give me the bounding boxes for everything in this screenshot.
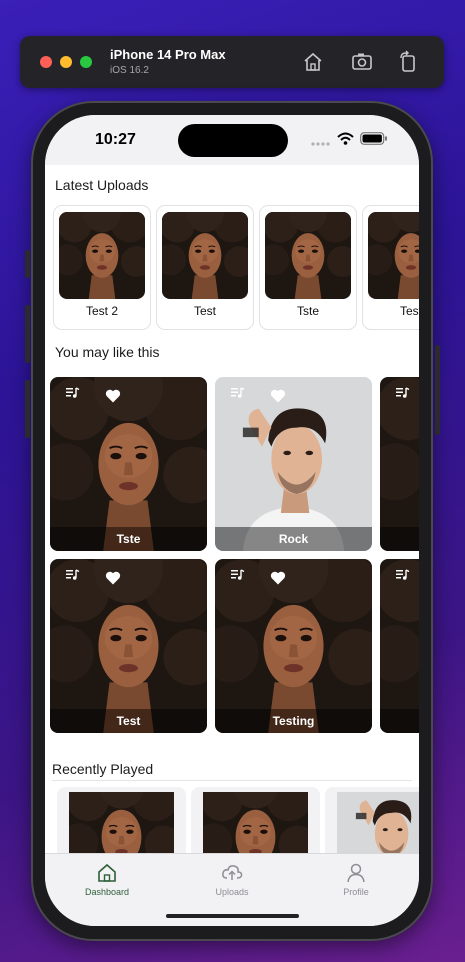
song-tile-title: Test — [50, 709, 207, 733]
song-tile[interactable]: Testing — [215, 559, 372, 733]
home-icon — [98, 863, 116, 882]
playlist-icon[interactable] — [231, 387, 245, 399]
song-tile-title: Rock — [215, 527, 372, 551]
song-tile[interactable] — [380, 377, 419, 551]
heart-icon[interactable] — [270, 389, 286, 403]
playlist-icon[interactable] — [66, 387, 80, 399]
heart-icon[interactable] — [105, 389, 121, 403]
upload-title: Test — [193, 304, 216, 318]
dashboard-content[interactable]: Latest Uploads Test 2 Test Tste Test You… — [45, 165, 419, 853]
upload-card[interactable]: Test — [362, 205, 419, 330]
mute-switch — [25, 250, 30, 278]
rotate-icon[interactable] — [396, 50, 420, 74]
you-may-like-title: You may like this — [55, 344, 160, 360]
volume-up-button — [25, 305, 30, 363]
tab-profile[interactable]: Profile — [306, 862, 406, 897]
upload-title: Test — [399, 304, 419, 318]
upload-card[interactable]: Test — [156, 205, 254, 330]
device-name: iPhone 14 Pro Max — [110, 47, 226, 62]
os-version: iOS 16.2 — [110, 65, 149, 76]
tab-dashboard-label: Dashboard — [84, 887, 130, 897]
playlist-icon[interactable] — [396, 569, 410, 581]
upload-card[interactable]: Test 2 — [53, 205, 151, 330]
song-tile-title — [380, 527, 419, 551]
upload-thumbnail — [59, 212, 145, 299]
app-screen: 10:27 Latest Uploads Test 2 Test Tste Te… — [45, 115, 419, 926]
song-tile-title: Tste — [50, 527, 207, 551]
upload-title: Test 2 — [85, 304, 118, 318]
playlist-icon[interactable] — [66, 569, 80, 581]
status-bar: 10:27 — [45, 115, 419, 165]
song-tile[interactable] — [380, 559, 419, 733]
home-indicator[interactable] — [166, 914, 299, 918]
battery-icon — [360, 132, 387, 145]
screenshot-icon[interactable] — [350, 50, 374, 74]
close-window-button[interactable] — [40, 56, 52, 68]
recently-played-title: Recently Played — [52, 761, 154, 777]
home-icon[interactable] — [301, 50, 325, 74]
song-tile-title — [380, 709, 419, 733]
playlist-icon[interactable] — [231, 569, 245, 581]
power-button — [435, 345, 440, 435]
song-tile[interactable]: Test — [50, 559, 207, 733]
upload-title: Tste — [296, 304, 319, 318]
recently-played-card[interactable] — [191, 787, 320, 853]
tab-uploads-label: Uploads — [215, 887, 249, 897]
recently-played-thumbnail — [69, 792, 174, 853]
minimize-window-button[interactable] — [60, 56, 72, 68]
recently-played-card[interactable] — [57, 787, 186, 853]
latest-uploads-title: Latest Uploads — [55, 177, 149, 193]
heart-icon[interactable] — [105, 571, 121, 585]
simulator-toolbar: iPhone 14 Pro Max iOS 16.2 — [20, 36, 444, 88]
upload-thumbnail — [368, 212, 419, 299]
volume-down-button — [25, 380, 30, 438]
tab-profile-label: Profile — [343, 887, 369, 897]
recently-played-card[interactable] — [325, 787, 419, 853]
section-divider — [52, 780, 412, 781]
tab-dashboard[interactable]: Dashboard — [57, 862, 157, 897]
recently-played-thumbnail — [203, 792, 308, 853]
zoom-window-button[interactable] — [80, 56, 92, 68]
recently-played-thumbnail — [337, 792, 419, 853]
dynamic-island — [178, 124, 288, 157]
song-tile-title: Testing — [215, 709, 372, 733]
wifi-icon — [337, 132, 354, 145]
song-tile[interactable]: Tste — [50, 377, 207, 551]
cloud-upload-icon — [222, 865, 243, 880]
playlist-icon[interactable] — [396, 387, 410, 399]
upload-thumbnail — [162, 212, 248, 299]
heart-icon[interactable] — [270, 571, 286, 585]
song-tile[interactable]: Rock — [215, 377, 372, 551]
status-time: 10:27 — [95, 131, 136, 148]
upload-card[interactable]: Tste — [259, 205, 357, 330]
upload-thumbnail — [265, 212, 351, 299]
person-icon — [347, 863, 365, 883]
tab-uploads[interactable]: Uploads — [182, 862, 282, 897]
signal-icon — [311, 142, 330, 146]
